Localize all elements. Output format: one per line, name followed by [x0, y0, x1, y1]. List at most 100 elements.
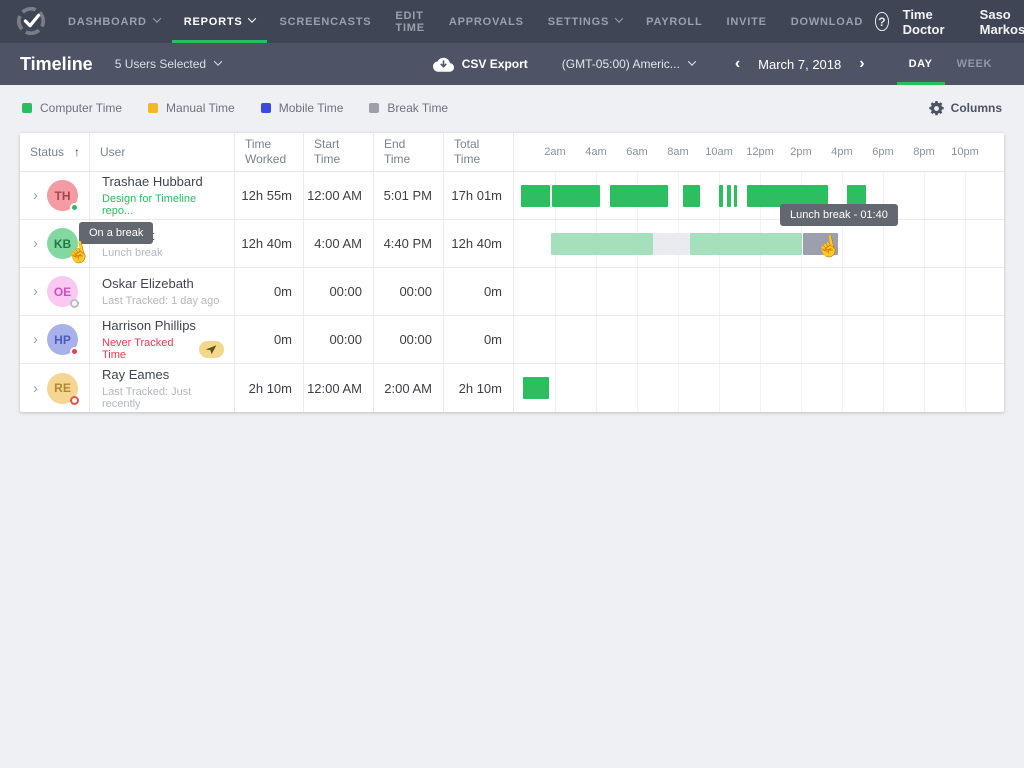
timezone-dropdown[interactable]: (GMT-05:00) Americ...: [562, 57, 695, 71]
nav-item-payroll[interactable]: PAYROLL: [634, 0, 714, 43]
time-bar[interactable]: [523, 377, 549, 399]
gridline: [637, 268, 638, 315]
expand-row-chevron-icon[interactable]: ›: [33, 331, 38, 348]
csv-export-button[interactable]: CSV Export: [433, 57, 528, 72]
expand-row-chevron-icon[interactable]: ›: [33, 187, 38, 204]
users-selected-dropdown[interactable]: 5 Users Selected: [115, 57, 221, 71]
top-navbar: DASHBOARDREPORTS SCREENCASTS EDIT TIME APPR…: [0, 0, 1024, 43]
table-row: ›KBestLunch break12h 40m4:00 AM4:40 PM12…: [20, 220, 1004, 268]
user-subtitle-label: Last Tracked: 1 day ago: [102, 295, 219, 307]
gridline: [678, 172, 679, 219]
end-time-cell: 2:00 AM: [374, 364, 444, 412]
report-toolbar: Timeline 5 Users Selected CSV Export (GM…: [0, 43, 1024, 85]
chevron-down-icon: [214, 57, 222, 65]
gridline: [719, 268, 720, 315]
time-bar[interactable]: [690, 233, 802, 255]
header-total-time: Total Time: [444, 133, 514, 171]
hand-cursor-icon: ☝: [64, 238, 94, 268]
nav-item-screencasts[interactable]: SCREENCASTS: [267, 0, 383, 43]
prev-day-button[interactable]: ‹: [729, 56, 746, 72]
start-time-cell: 00:00: [304, 268, 374, 315]
expand-row-chevron-icon[interactable]: ›: [33, 283, 38, 300]
tab-day[interactable]: DAY: [897, 43, 945, 85]
hour-label: 6am: [626, 146, 647, 158]
tooltip-on-a-break: On a break: [79, 222, 153, 244]
gridline: [637, 316, 638, 363]
user-subtitle[interactable]: Never Tracked Time: [102, 337, 224, 361]
gear-icon: [929, 101, 944, 116]
gridline: [924, 172, 925, 219]
page-title: Timeline: [20, 54, 93, 75]
user-subtitle-label: Never Tracked Time: [102, 337, 191, 361]
nav-item-dashboard[interactable]: DASHBOARD: [56, 0, 172, 43]
nav-item-approvals[interactable]: APPROVALS: [437, 0, 536, 43]
time-bar[interactable]: [683, 185, 700, 207]
time-bar[interactable]: [653, 233, 690, 255]
time-bar[interactable]: [610, 185, 668, 207]
next-day-button[interactable]: ›: [853, 56, 870, 72]
time-bar[interactable]: [719, 185, 723, 207]
legend-swatch-icon: [261, 103, 271, 113]
nav-item-label: EDIT TIME: [395, 10, 424, 34]
user-subtitle-label: Design for Timeline repo...: [102, 193, 196, 217]
hour-label: 4am: [585, 146, 606, 158]
nav-item-label: SCREENCASTS: [279, 16, 371, 28]
gridline: [924, 364, 925, 412]
expand-row-chevron-icon[interactable]: ›: [33, 380, 38, 397]
nav-item-edit-time[interactable]: EDIT TIME: [383, 0, 436, 43]
legend-swatch-icon: [22, 103, 32, 113]
tooltip-lunch-break: Lunch break - 01:40: [780, 204, 898, 226]
gridline: [637, 364, 638, 412]
user-subtitle-label: Last Tracked: Just recently: [102, 386, 191, 410]
gridline: [555, 268, 556, 315]
legend-items: Computer TimeManual TimeMobile TimeBreak…: [22, 101, 474, 115]
user-subtitle[interactable]: Design for Timeline repo...: [102, 193, 224, 217]
start-time-cell: 12:00 AM: [304, 172, 374, 219]
time-bar[interactable]: [727, 185, 731, 207]
time-worked-cell: 12h 40m: [235, 220, 304, 267]
gridline: [555, 364, 556, 412]
hour-label: 8am: [667, 146, 688, 158]
hand-cursor-icon: ☝: [814, 232, 844, 262]
total-time-cell: 0m: [444, 316, 514, 363]
timeline-cell: [514, 268, 1004, 315]
nav-item-label: INVITE: [726, 16, 766, 28]
header-user: User: [90, 133, 235, 171]
hour-label: 10pm: [951, 146, 979, 158]
tab-week[interactable]: WEEK: [945, 43, 1004, 85]
gridline: [842, 364, 843, 412]
chevron-down-icon: [688, 57, 696, 65]
timedoctor-logo-icon[interactable]: [16, 6, 46, 36]
nav-item-download[interactable]: DOWNLOAD: [779, 0, 875, 43]
hour-label: 2am: [544, 146, 565, 158]
time-worked-cell: 12h 55m: [235, 172, 304, 219]
user-cell: Ray EamesLast Tracked: Just recently: [90, 364, 235, 412]
status-dot: [70, 299, 79, 308]
expand-row-chevron-icon[interactable]: ›: [33, 235, 38, 252]
status-cell: ›OE: [20, 268, 90, 315]
gridline: [801, 316, 802, 363]
send-reminder-badge[interactable]: [199, 341, 224, 358]
gridline: [924, 316, 925, 363]
user-subtitle: Last Tracked: Just recently: [102, 386, 224, 410]
time-bar[interactable]: [734, 185, 737, 207]
header-start-time: Start Time: [304, 133, 374, 171]
gridline: [555, 316, 556, 363]
nav-item-settings[interactable]: SETTINGS: [536, 0, 634, 43]
time-bar[interactable]: [552, 185, 600, 207]
columns-button[interactable]: Columns: [929, 101, 1002, 116]
nav-item-invite[interactable]: INVITE: [714, 0, 778, 43]
legend-row: Computer TimeManual TimeMobile TimeBreak…: [0, 90, 1024, 126]
gridline: [760, 364, 761, 412]
status-cell: ›TH: [20, 172, 90, 219]
user-name-text: Trashae Hubbard: [102, 174, 224, 189]
time-bar[interactable]: [551, 233, 653, 255]
timeline-cell: [514, 220, 1004, 267]
legend-item-break-time: Break Time: [369, 101, 448, 115]
user-name[interactable]: Saso Markoski: [980, 7, 1024, 37]
current-date: March 7, 2018: [758, 57, 841, 72]
help-icon[interactable]: ?: [875, 12, 888, 31]
nav-item-reports[interactable]: REPORTS: [172, 0, 268, 43]
time-bar[interactable]: [521, 185, 550, 207]
header-status[interactable]: Status ↑: [20, 133, 90, 171]
